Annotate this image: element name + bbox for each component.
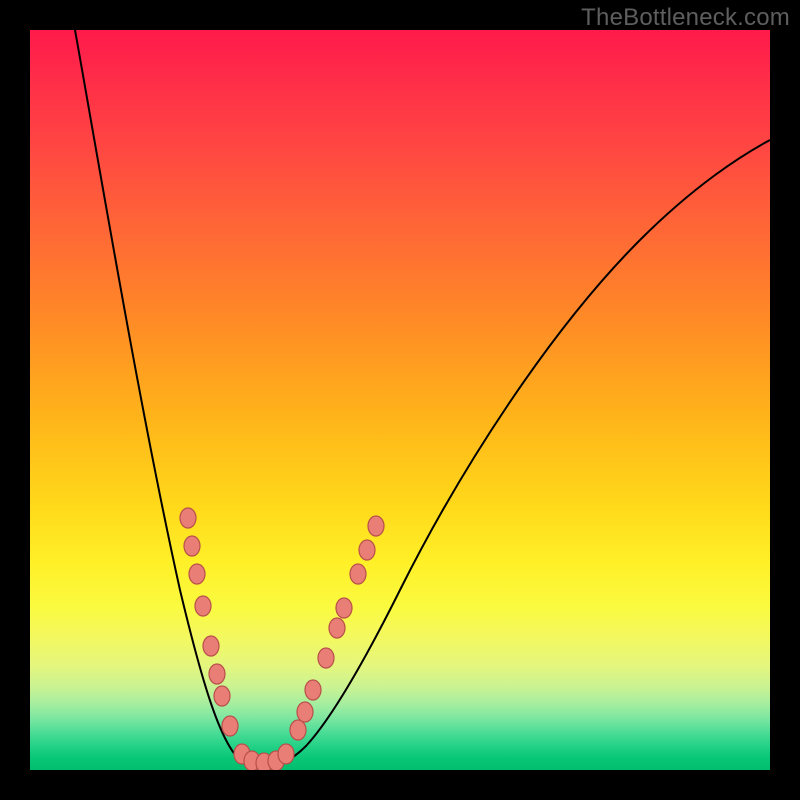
- data-marker: [180, 508, 196, 528]
- marker-group: [180, 508, 384, 770]
- data-marker: [329, 618, 345, 638]
- data-marker: [278, 744, 294, 764]
- data-marker: [189, 564, 205, 584]
- data-marker: [290, 720, 306, 740]
- curve-right-branch: [264, 140, 770, 767]
- data-marker: [318, 648, 334, 668]
- data-marker: [222, 716, 238, 736]
- data-marker: [336, 598, 352, 618]
- chart-frame: TheBottleneck.com: [0, 0, 800, 800]
- data-marker: [368, 516, 384, 536]
- data-marker: [214, 686, 230, 706]
- data-marker: [350, 564, 366, 584]
- data-marker: [305, 680, 321, 700]
- data-marker: [184, 536, 200, 556]
- data-marker: [359, 540, 375, 560]
- watermark-text: TheBottleneck.com: [581, 4, 790, 32]
- data-marker: [203, 636, 219, 656]
- data-marker: [297, 702, 313, 722]
- curve-svg: [30, 30, 770, 770]
- data-marker: [209, 664, 225, 684]
- data-marker: [195, 596, 211, 616]
- curve-left-branch: [75, 30, 264, 767]
- plot-area: [30, 30, 770, 770]
